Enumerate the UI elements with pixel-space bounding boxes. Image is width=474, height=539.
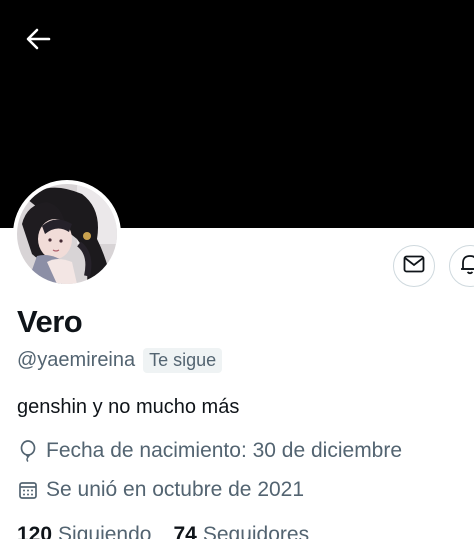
followers-label: Seguidores — [202, 523, 310, 539]
envelope-icon — [403, 255, 425, 278]
notifications-button[interactable] — [449, 245, 474, 287]
avatar-image — [17, 184, 117, 284]
birthday-row: Fecha de nacimiento: 30 de diciembre — [17, 439, 402, 463]
calendar-icon — [17, 479, 39, 501]
back-button[interactable] — [18, 24, 58, 58]
birthday-text: Fecha de nacimiento: 30 de diciembre — [46, 439, 403, 462]
profile-page: Vero @yaemireina Te sigue genshin y no m… — [0, 0, 474, 539]
handle-row: @yaemireina Te sigue — [17, 348, 223, 373]
profile-bio: genshin y no mucho más — [17, 396, 240, 418]
bell-icon — [459, 253, 474, 280]
following-count: 120 — [17, 523, 53, 539]
message-button[interactable] — [393, 245, 435, 287]
following-link[interactable]: 120 Siguiendo — [17, 523, 151, 539]
avatar[interactable] — [13, 180, 121, 288]
balloon-icon — [17, 440, 39, 462]
profile-name: Vero — [17, 304, 83, 339]
followers-link[interactable]: 74 Seguidores — [173, 523, 309, 539]
follow-stats: 120 Siguiendo 74 Seguidores — [17, 523, 309, 539]
joined-row: Se unió en octubre de 2021 — [17, 478, 304, 502]
arrow-left-icon — [25, 28, 51, 55]
joined-text: Se unió en octubre de 2021 — [46, 478, 305, 501]
profile-handle: @yaemireina — [17, 349, 136, 371]
followers-count: 74 — [173, 523, 197, 539]
following-label: Siguiendo — [58, 523, 152, 539]
follows-you-badge: Te sigue — [143, 348, 223, 373]
